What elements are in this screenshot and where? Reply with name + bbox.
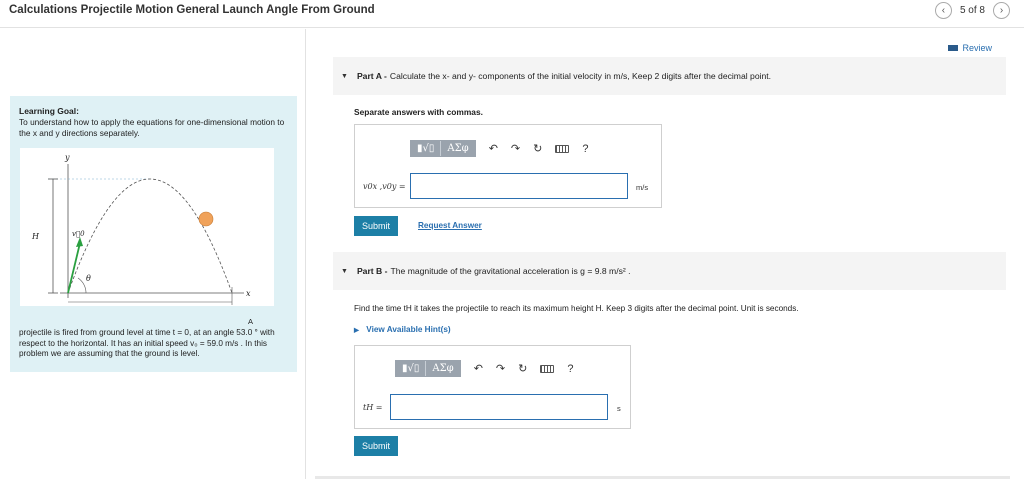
part-b-unit: s bbox=[617, 404, 621, 413]
equation-buttons: ▮√▯ ΑΣφ bbox=[410, 140, 476, 157]
y-axis-label: y bbox=[64, 153, 70, 162]
review-icon bbox=[948, 45, 959, 51]
x-axis-label: x bbox=[246, 289, 251, 298]
reset-icon[interactable]: ↻ bbox=[518, 362, 527, 375]
trajectory-path bbox=[67, 178, 233, 294]
part-b-header[interactable]: ▼ Part B - The magnitude of the gravitat… bbox=[333, 252, 1006, 290]
page-counter: 5 of 8 bbox=[959, 5, 985, 16]
help-icon[interactable]: ? bbox=[582, 143, 588, 155]
keyboard-icon[interactable] bbox=[540, 364, 555, 373]
theta-label: θ bbox=[86, 274, 91, 283]
learning-goal-title: Learning Goal: bbox=[19, 106, 79, 116]
top-bar: Calculations Projectile Motion General L… bbox=[0, 0, 1024, 28]
part-a-toolbar: ▮√▯ ΑΣφ ↶ ↷ ↻ ? bbox=[410, 140, 588, 157]
problem-text: projectile is fired from ground level at… bbox=[19, 328, 275, 358]
collapse-triangle-icon: ▼ bbox=[341, 72, 348, 80]
reset-icon[interactable]: ↻ bbox=[533, 142, 542, 155]
separate-answers-note: Separate answers with commas. bbox=[354, 107, 483, 117]
part-b-answer-label: tH = bbox=[363, 403, 383, 412]
panel-divider bbox=[305, 29, 306, 479]
view-hints-link[interactable]: ▶ View Available Hint(s) bbox=[354, 325, 451, 334]
part-b-answer-box: ▮√▯ ΑΣφ ↶ ↷ ↻ ? tH = s bbox=[354, 345, 631, 429]
request-answer-link[interactable]: Request Answer bbox=[418, 221, 482, 230]
redo-icon[interactable]: ↷ bbox=[511, 142, 520, 155]
velocity-vector bbox=[67, 242, 81, 294]
projectile-diagram: y x H R v⃗0 θ bbox=[20, 148, 274, 317]
keyboard-icon[interactable] bbox=[555, 144, 570, 153]
view-hints-label: View Available Hint(s) bbox=[366, 325, 451, 334]
part-a-unit: m/s bbox=[636, 183, 649, 192]
equation-buttons: ▮√▯ ΑΣφ bbox=[395, 360, 461, 377]
template-button[interactable]: ▮√▯ bbox=[396, 361, 427, 376]
learning-goal-text: To understand how to apply the equations… bbox=[19, 117, 285, 138]
collapse-triangle-icon: ▼ bbox=[341, 267, 348, 275]
part-b-label: Part B - bbox=[356, 266, 388, 276]
chevron-right-icon[interactable]: › bbox=[993, 2, 1010, 19]
page-title: Calculations Projectile Motion General L… bbox=[9, 4, 375, 16]
review-label: Review bbox=[962, 43, 992, 53]
review-link[interactable]: Review bbox=[948, 43, 992, 53]
projectile-diagram-svg: y x H R v⃗0 θ bbox=[31, 153, 251, 317]
part-b-find-text: Find the time tH it takes the projectile… bbox=[354, 304, 799, 313]
part-b-prompt: The magnitude of the gravitational accel… bbox=[390, 266, 631, 276]
pager: ‹ 5 of 8 › bbox=[934, 2, 1010, 19]
redo-icon[interactable]: ↷ bbox=[496, 362, 505, 375]
projectile-ball bbox=[198, 211, 214, 227]
hint-triangle-icon: ▶ bbox=[354, 327, 359, 334]
velocity-arrowhead bbox=[76, 237, 83, 247]
v0-label: v⃗0 bbox=[72, 230, 85, 238]
angle-arc bbox=[77, 277, 87, 294]
undo-icon[interactable]: ↶ bbox=[489, 142, 498, 155]
undo-icon[interactable]: ↶ bbox=[474, 362, 483, 375]
h-label: H bbox=[31, 232, 40, 241]
part-a-answer-input[interactable] bbox=[410, 173, 628, 199]
greek-button[interactable]: ΑΣφ bbox=[441, 141, 474, 156]
part-a-answer-box: ▮√▯ ΑΣφ ↶ ↷ ↻ ? v0x ,v0y = m/s bbox=[354, 124, 662, 208]
part-a-submit-button[interactable]: Submit bbox=[354, 216, 399, 236]
learning-goal-panel: Learning Goal: To understand how to appl… bbox=[10, 96, 297, 372]
part-b-answer-input[interactable] bbox=[390, 394, 608, 420]
greek-button[interactable]: ΑΣφ bbox=[426, 361, 459, 376]
template-button[interactable]: ▮√▯ bbox=[411, 141, 442, 156]
part-a-header[interactable]: ▼ Part A - Calculate the x- and y- compo… bbox=[333, 57, 1006, 95]
part-a-label: Part A - bbox=[356, 71, 387, 81]
part-b-toolbar: ▮√▯ ΑΣφ ↶ ↷ ↻ ? bbox=[395, 360, 573, 377]
diagram-a-label: A bbox=[248, 317, 254, 326]
part-a-answer-label: v0x ,v0y = bbox=[363, 182, 406, 191]
part-b-submit-button[interactable]: Submit bbox=[354, 436, 399, 456]
part-a-prompt: Calculate the x- and y- components of th… bbox=[389, 71, 772, 81]
chevron-left-icon[interactable]: ‹ bbox=[934, 2, 952, 19]
help-icon[interactable]: ? bbox=[567, 363, 573, 375]
